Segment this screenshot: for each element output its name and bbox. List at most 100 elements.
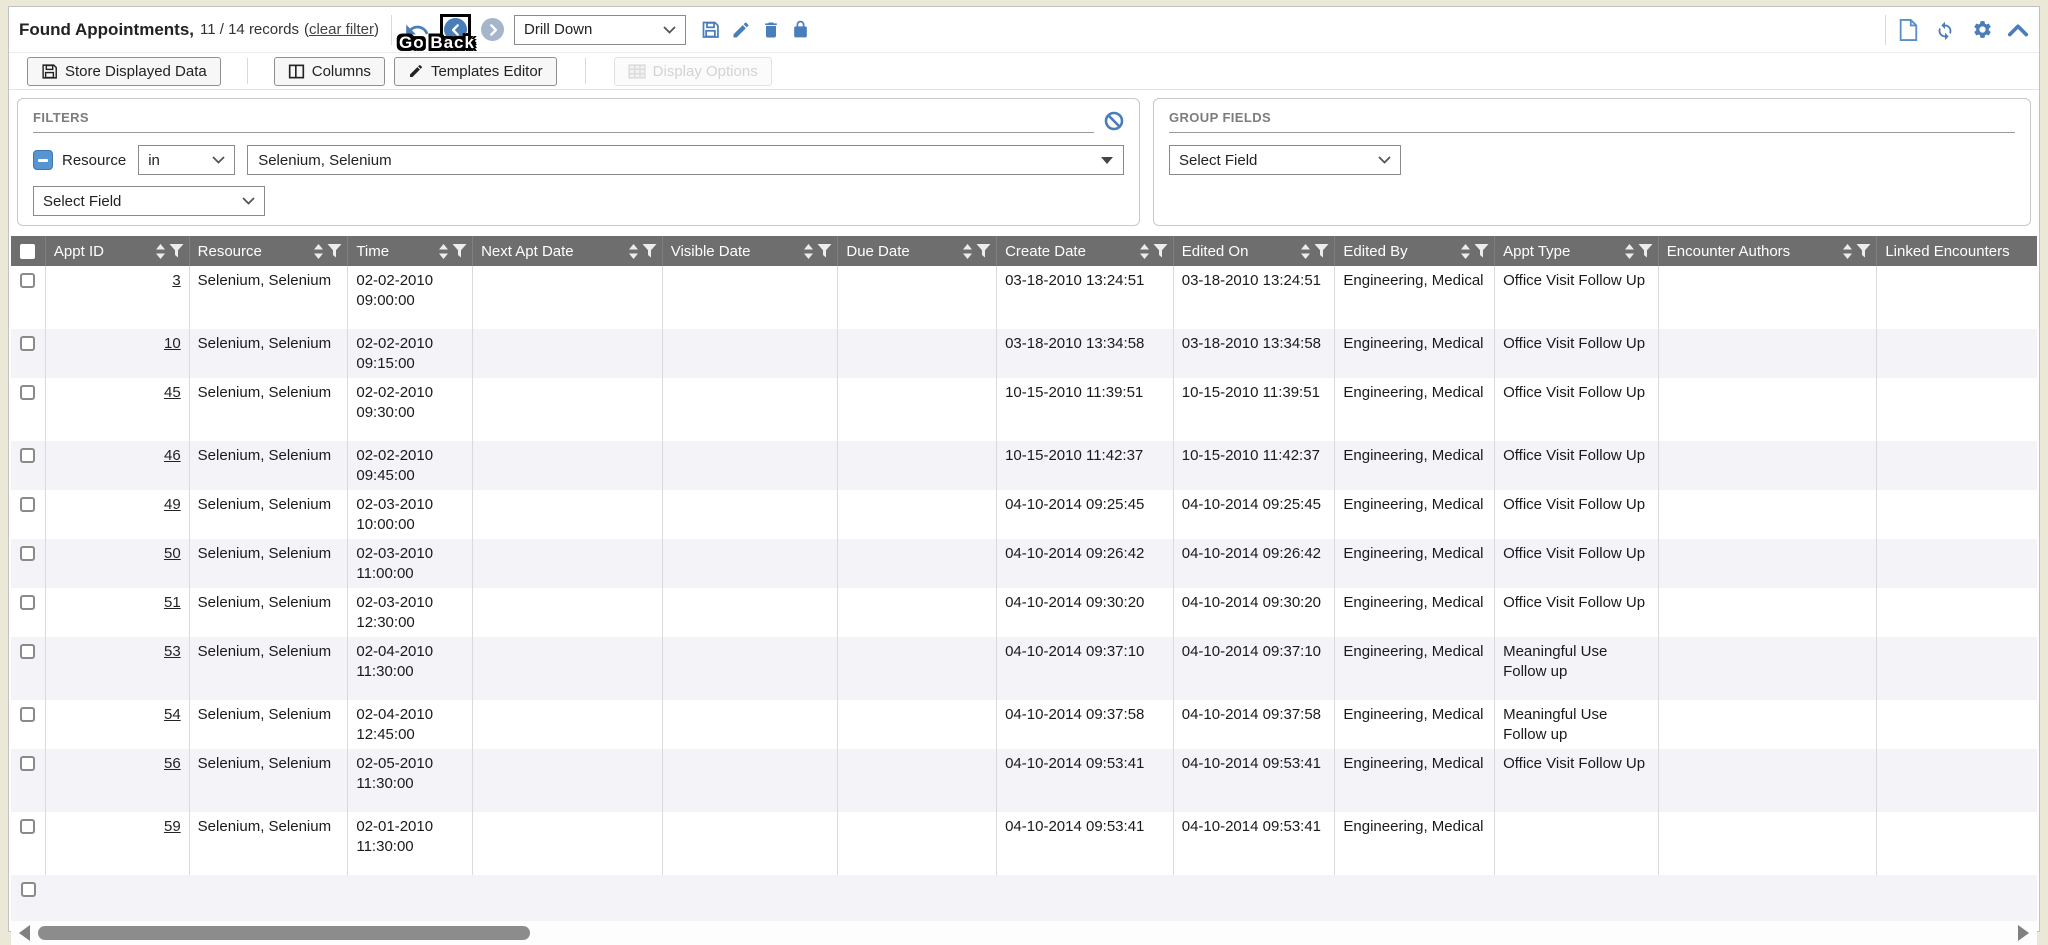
column-header-visible-date[interactable]: Visible Date	[662, 236, 838, 266]
appt-id-link[interactable]: 46	[164, 447, 181, 464]
row-checkbox[interactable]	[20, 819, 35, 834]
row-checkbox[interactable]	[20, 644, 35, 659]
sort-icon[interactable]	[313, 244, 324, 259]
sort-icon[interactable]	[1139, 244, 1150, 259]
sort-icon[interactable]	[1842, 244, 1853, 259]
appt-id-link[interactable]: 51	[164, 594, 181, 611]
sort-icon[interactable]	[962, 244, 973, 259]
row-checkbox[interactable]	[20, 273, 35, 288]
filter-funnel-icon[interactable]	[1638, 244, 1653, 258]
column-header-appt-type[interactable]: Appt Type	[1494, 236, 1658, 266]
sort-icon[interactable]	[803, 244, 814, 259]
filter-funnel-icon[interactable]	[976, 244, 991, 258]
appt-id-link[interactable]: 3	[172, 272, 180, 289]
filter-funnel-icon[interactable]	[817, 244, 832, 258]
sort-icon[interactable]	[1300, 244, 1311, 259]
cell-edited-by: Engineering, Medical	[1334, 812, 1494, 875]
cell-visible-date	[662, 266, 838, 329]
horizontal-scrollbar	[11, 921, 2037, 945]
columns-button[interactable]: Columns	[274, 57, 385, 86]
appt-id-link[interactable]: 53	[164, 643, 181, 660]
collapse-icon[interactable]	[2007, 22, 2029, 38]
row-checkbox[interactable]	[20, 336, 35, 351]
delete-view-icon[interactable]	[761, 20, 781, 40]
filter-funnel-icon[interactable]	[642, 244, 657, 258]
scrollbar-thumb[interactable]	[38, 926, 530, 940]
sort-icon[interactable]	[628, 244, 639, 259]
filter-funnel-icon[interactable]	[169, 244, 184, 258]
cell-linked-encounters	[1876, 539, 2037, 588]
table-row: 3Selenium, Selenium02-02-201009:00:0003-…	[11, 266, 2037, 329]
appt-id-link[interactable]: 50	[164, 545, 181, 562]
sort-icon[interactable]	[438, 244, 449, 259]
filters-area: FILTERS Resource in Selenium, Selenium	[9, 90, 2039, 231]
paren-close: )	[374, 21, 379, 38]
filter-value-select[interactable]: Selenium, Selenium	[247, 145, 1124, 175]
lock-view-icon[interactable]	[791, 20, 810, 39]
row-checkbox[interactable]	[20, 497, 35, 512]
column-header-linked-encounters[interactable]: Linked Encounters	[1876, 236, 2037, 266]
row-checkbox[interactable]	[20, 707, 35, 722]
row-checkbox[interactable]	[20, 595, 35, 610]
scroll-right-arrow-icon[interactable]	[2018, 925, 2029, 941]
view-select[interactable]: Drill Down	[514, 15, 686, 45]
remove-filter-icon[interactable]	[33, 150, 53, 170]
column-header-due-date[interactable]: Due Date	[837, 236, 996, 266]
templates-editor-button[interactable]: Templates Editor	[394, 57, 557, 86]
filter-funnel-icon[interactable]	[1153, 244, 1168, 258]
view-select-value: Drill Down	[524, 21, 592, 38]
sort-icon[interactable]	[155, 244, 166, 259]
column-header-next-apt-date[interactable]: Next Apt Date	[472, 236, 662, 266]
gear-icon[interactable]	[1972, 19, 1993, 40]
filter-funnel-icon[interactable]	[452, 244, 467, 258]
scroll-left-arrow-icon[interactable]	[19, 925, 30, 941]
cell-time: 02-02-201009:45:00	[347, 441, 472, 490]
group-field-select[interactable]: Select Field	[1169, 145, 1401, 175]
go-forward-button[interactable]	[481, 18, 504, 41]
add-filter-field-select[interactable]: Select Field	[33, 186, 265, 216]
cell-due-date	[837, 588, 996, 637]
column-header-encounter-authors[interactable]: Encounter Authors	[1658, 236, 1877, 266]
sort-icon[interactable]	[1624, 244, 1635, 259]
divider	[585, 58, 586, 84]
row-checkbox[interactable]	[20, 546, 35, 561]
filter-field-label: Resource	[62, 152, 126, 169]
appt-id-link[interactable]: 54	[164, 706, 181, 723]
select-all-checkbox[interactable]	[20, 244, 35, 259]
column-header-create-date[interactable]: Create Date	[996, 236, 1173, 266]
cell-resource: Selenium, Selenium	[189, 539, 348, 588]
filter-funnel-icon[interactable]	[1314, 244, 1329, 258]
cell-create-date: 10-15-2010 11:42:37	[996, 441, 1173, 490]
appt-id-link[interactable]: 49	[164, 496, 181, 513]
clear-filters-icon[interactable]	[1104, 111, 1124, 131]
column-header-resource[interactable]: Resource	[189, 236, 348, 266]
appt-id-link[interactable]: 10	[164, 335, 181, 352]
appt-id-link[interactable]: 59	[164, 818, 181, 835]
filter-funnel-icon[interactable]	[327, 244, 342, 258]
filter-operator-select[interactable]: in	[138, 145, 235, 175]
sort-icon[interactable]	[1460, 244, 1471, 259]
table-row: 10Selenium, Selenium02-02-201009:15:0003…	[11, 329, 2037, 378]
edit-view-icon[interactable]	[731, 20, 751, 40]
appt-id-link[interactable]: 56	[164, 755, 181, 772]
clear-filter-link[interactable]: clear filter	[309, 21, 374, 38]
appt-id-link[interactable]: 45	[164, 384, 181, 401]
row-checkbox[interactable]	[20, 385, 35, 400]
column-header-appt-id[interactable]: Appt ID	[45, 236, 189, 266]
cell-linked-encounters	[1876, 378, 2037, 441]
save-view-icon[interactable]	[700, 19, 721, 40]
row-checkbox[interactable]	[20, 756, 35, 771]
go-back-tooltip: Go Back	[399, 33, 475, 53]
toolbar-primary: Found Appointments, 11 / 14 records ( cl…	[9, 7, 2039, 53]
display-options-button[interactable]: Display Options	[614, 57, 772, 86]
column-header-edited-on[interactable]: Edited On	[1173, 236, 1335, 266]
new-file-icon[interactable]	[1898, 19, 1918, 41]
footer-row-checkbox[interactable]	[21, 882, 36, 897]
column-header-time[interactable]: Time	[347, 236, 472, 266]
store-displayed-data-button[interactable]: Store Displayed Data	[27, 57, 221, 86]
row-checkbox[interactable]	[20, 448, 35, 463]
refresh-icon[interactable]	[1934, 19, 1956, 41]
filter-funnel-icon[interactable]	[1856, 244, 1871, 258]
column-header-edited-by[interactable]: Edited By	[1334, 236, 1494, 266]
filter-funnel-icon[interactable]	[1474, 244, 1489, 258]
